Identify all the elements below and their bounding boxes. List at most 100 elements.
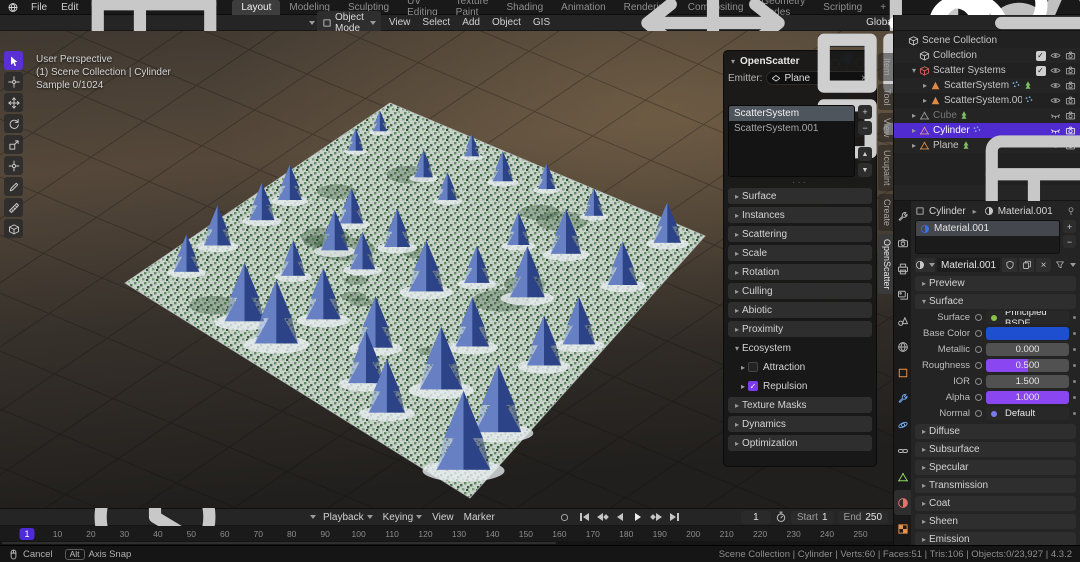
sidebar-tab-ucupaint[interactable]: Ucupaint (878, 145, 893, 191)
decorator-dot[interactable] (975, 394, 982, 401)
openscatter-section-repulsion[interactable]: ▸ ✓ Repulsion (728, 378, 872, 394)
tool-rotate[interactable] (4, 114, 23, 133)
properties-tab-render[interactable] (894, 230, 911, 255)
chevron-closed-icon[interactable]: ▸ (920, 81, 930, 90)
tool-transform[interactable] (4, 156, 23, 175)
timeline-menu-view[interactable]: View (427, 512, 459, 523)
timeline-menu-keying[interactable]: Keying (378, 512, 428, 523)
openscatter-section-scale[interactable]: ▸ Scale (728, 245, 872, 261)
properties-tab-object[interactable] (894, 360, 911, 385)
sidebar-tab-create[interactable]: Create (878, 193, 893, 231)
remove-slot-button[interactable]: − (1063, 235, 1076, 248)
openscatter-section-culling[interactable]: ▸ Culling (728, 283, 872, 299)
outliner-row-collection[interactable]: Collection ✓ (894, 48, 1080, 63)
tool-scale[interactable] (4, 135, 23, 154)
properties-tab-constraint[interactable] (894, 438, 911, 463)
outliner-row-scene-collection[interactable]: Scene Collection (894, 33, 1080, 48)
outliner-row-scattersystem-001[interactable]: ▸ ScatterSystem.001 (894, 93, 1080, 108)
start-frame-field[interactable]: Start 1 (790, 510, 834, 524)
outliner-row-scattersystem[interactable]: ▸ ScatterSystem (894, 78, 1080, 93)
move-system-up-button[interactable]: ▲ (858, 147, 872, 161)
viewport-menu-gis[interactable]: GIS (527, 17, 556, 28)
render-visibility-toggle[interactable] (1064, 50, 1077, 61)
openscatter-section-optimization[interactable]: ▸ Optimization (728, 435, 872, 451)
animate-dot[interactable] (1073, 396, 1076, 399)
properties-tab-texture[interactable] (894, 516, 911, 541)
openscatter-section-rotation[interactable]: ▸ Rotation (728, 264, 872, 280)
openscatter-section-proximity[interactable]: ▸ Proximity (728, 321, 872, 337)
include-checkbox[interactable]: ✓ (1035, 50, 1046, 61)
viewport-menu-view[interactable]: View (383, 17, 417, 28)
properties-tab-viewlayer[interactable] (894, 282, 911, 307)
properties-tab-material[interactable] (894, 490, 911, 515)
normal-dropdown[interactable]: Default (986, 407, 1069, 420)
filter-icon[interactable] (1055, 260, 1065, 270)
play-reverse-button[interactable] (613, 511, 628, 524)
decorator-dot[interactable] (975, 314, 982, 321)
workspace-tab-shading[interactable]: Shading (497, 0, 552, 15)
openscatter-section-surface[interactable]: ▸ Surface (728, 188, 872, 204)
section-emission[interactable]: ▸ Emission (915, 532, 1076, 545)
decorator-dot[interactable] (975, 330, 982, 337)
next-keyframe-button[interactable] (649, 511, 664, 524)
tool-add-cube[interactable] (4, 219, 23, 238)
scatter-system-scattersystem-001[interactable]: ScatterSystem.001 (729, 121, 854, 136)
jump-start-button[interactable] (577, 511, 592, 524)
section-specular[interactable]: ▸ Specular (915, 460, 1076, 475)
add-system-button[interactable]: + (858, 105, 872, 119)
animate-dot[interactable] (1073, 332, 1076, 335)
hide-toggle[interactable] (1049, 95, 1062, 106)
tool-measure[interactable] (4, 198, 23, 217)
openscatter-section-instances[interactable]: ▸ Instances (728, 207, 872, 223)
hide-toggle[interactable] (1049, 65, 1062, 76)
remove-system-button[interactable]: − (858, 121, 872, 135)
sidebar-tab-openscatter[interactable]: OpenScatter (878, 233, 893, 295)
prev-keyframe-button[interactable] (595, 511, 610, 524)
timeline-ruler[interactable]: 1 10 20 30 40 50 60 70 80 90 100 110 120 130 140 150 16… (0, 526, 893, 545)
timeline-scrollbar[interactable] (0, 541, 893, 545)
current-frame-field[interactable]: 1 (740, 510, 771, 524)
pin-icon[interactable] (1066, 206, 1076, 216)
render-visibility-toggle[interactable] (1064, 95, 1077, 106)
sidebar-tab-view[interactable]: View (878, 113, 893, 143)
alpha-slider[interactable]: 1.000 (986, 391, 1069, 404)
tool-annotate[interactable] (4, 177, 23, 196)
base-color-color-swatch[interactable] (986, 327, 1069, 340)
breadcrumb-material[interactable]: Material.001 (998, 206, 1053, 217)
duplicate-material-button[interactable] (1019, 258, 1034, 272)
current-frame-badge[interactable]: 1 (19, 528, 35, 540)
surface-dropdown[interactable]: Principled BSDF (986, 311, 1069, 324)
decorator-dot[interactable] (975, 346, 982, 353)
unlink-material-button[interactable]: × (1036, 258, 1051, 272)
properties-tab-physics[interactable] (894, 412, 911, 437)
openscatter-section-attraction[interactable]: ▸ Attraction (728, 359, 872, 375)
properties-tab-output[interactable] (894, 256, 911, 281)
preview-section[interactable]: ▸ Preview (915, 276, 1076, 291)
decorator-dot[interactable] (975, 410, 982, 417)
add-slot-button[interactable]: + (1063, 220, 1076, 233)
attraction-checkbox[interactable] (748, 362, 758, 372)
openscatter-section-dynamics[interactable]: ▸ Dynamics (728, 416, 872, 432)
properties-tab-scene[interactable] (894, 308, 911, 333)
properties-tab-data[interactable] (894, 464, 911, 489)
panel-resize-dots[interactable]: ··· (728, 177, 872, 188)
decorator-dot[interactable] (975, 378, 982, 385)
timeline-menu-marker[interactable]: Marker (459, 512, 500, 523)
timeline-menu-playback[interactable]: Playback (318, 512, 378, 523)
properties-tab-modifier[interactable] (894, 386, 911, 411)
section-transmission[interactable]: ▸ Transmission (915, 478, 1076, 493)
animate-dot[interactable] (1073, 412, 1076, 415)
surface-section[interactable]: ▾ Surface (915, 294, 1076, 309)
section-coat[interactable]: ▸ Coat (915, 496, 1076, 511)
render-visibility-toggle[interactable] (1064, 65, 1077, 76)
breadcrumb-object[interactable]: Cylinder (929, 206, 966, 217)
tool-cursor[interactable] (4, 72, 23, 91)
tool-move[interactable] (4, 93, 23, 112)
auto-key-icon[interactable] (559, 512, 570, 523)
repulsion-checkbox[interactable]: ✓ (748, 381, 758, 391)
openscatter-section-ecosystem[interactable]: ▾ Ecosystem (728, 340, 872, 356)
animate-dot[interactable] (1073, 364, 1076, 367)
viewport-menu-select[interactable]: Select (416, 17, 456, 28)
chevron-closed-icon[interactable]: ▸ (920, 96, 930, 105)
section-subsurface[interactable]: ▸ Subsurface (915, 442, 1076, 457)
